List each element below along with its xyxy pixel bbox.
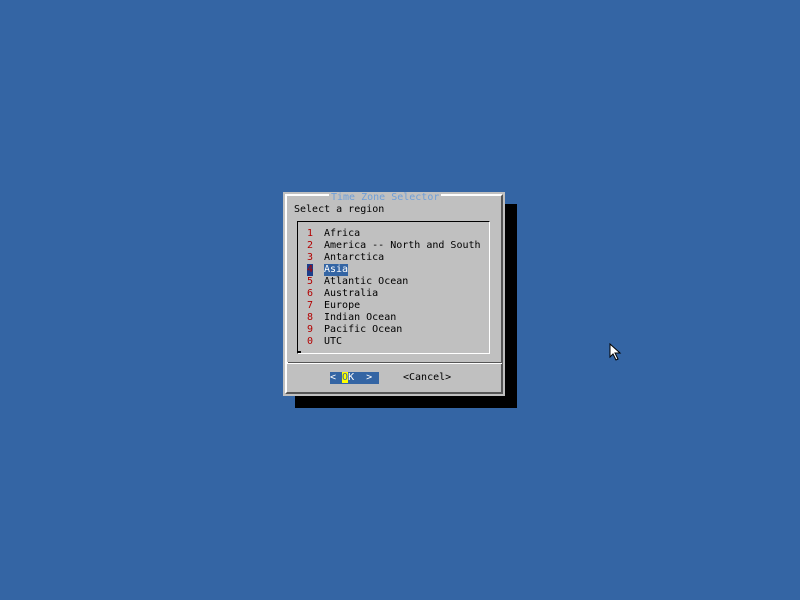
- listbox-corner-bottom: [298, 351, 301, 353]
- ok-rest: K >: [348, 372, 373, 383]
- separator-corner: [286, 362, 288, 364]
- region-item-key: 1: [307, 228, 314, 239]
- listbox-corner-top: [297, 221, 301, 222]
- mouse-pointer-icon: [609, 343, 622, 361]
- region-item-key: 8: [307, 312, 314, 323]
- region-item-label: Antarctica: [324, 252, 385, 263]
- button-separator: [286, 362, 502, 364]
- region-item-key: 6: [307, 288, 314, 299]
- region-item-europe[interactable]: 7 Europe: [307, 300, 481, 312]
- region-item-label: Pacific Ocean: [324, 324, 403, 335]
- dialog-prompt: Select a region: [294, 204, 385, 215]
- region-listbox[interactable]: 1 Africa 2 America -- North and South 3 Antar…: [297, 221, 490, 354]
- region-item-pacific-ocean[interactable]: 9 Pacific Ocean: [307, 324, 481, 336]
- region-item-atlantic-ocean[interactable]: 5 Atlantic Ocean: [307, 276, 481, 288]
- region-item-label: UTC: [324, 336, 343, 347]
- region-item-indian-ocean[interactable]: 8 Indian Ocean: [307, 312, 481, 324]
- ok-button[interactable]: < OK >: [330, 372, 379, 384]
- button-row: < OK > <Cancel>: [283, 372, 505, 384]
- region-item-key: 3: [307, 252, 314, 263]
- desktop-background: Time Zone Selector Select a region 1 Afri…: [0, 0, 800, 600]
- region-item-label: Indian Ocean: [324, 312, 397, 323]
- region-item-antarctica[interactable]: 3 Antarctica: [307, 252, 481, 264]
- region-item-key: 4: [307, 264, 314, 276]
- region-item-key: 5: [307, 276, 314, 287]
- dialog-title: Time Zone Selector: [329, 192, 442, 204]
- region-item-key: 0: [307, 336, 314, 347]
- region-item-africa[interactable]: 1 Africa: [307, 228, 481, 240]
- cancel-button[interactable]: <Cancel>: [403, 372, 451, 384]
- ok-left: <: [330, 372, 343, 383]
- region-item-key: 7: [307, 300, 314, 311]
- region-list: 1 Africa 2 America -- North and South 3 Antar…: [307, 228, 481, 348]
- region-item-label: Africa: [324, 228, 361, 239]
- region-item-label: Europe: [324, 300, 361, 311]
- region-item-key: 2: [307, 240, 314, 251]
- region-item-label: Asia: [324, 264, 349, 276]
- region-item-label: America -- North and South: [324, 240, 481, 251]
- timezone-dialog: Time Zone Selector Select a region 1 Afri…: [283, 192, 505, 396]
- region-item-asia[interactable]: 4 Asia: [307, 264, 481, 276]
- region-item-australia[interactable]: 6 Australia: [307, 288, 481, 300]
- region-item-america-north-and-south[interactable]: 2 America -- North and South: [307, 240, 481, 252]
- region-item-label: Australia: [324, 288, 379, 299]
- region-item-key: 9: [307, 324, 314, 335]
- region-item-utc[interactable]: 0 UTC: [307, 336, 481, 348]
- region-item-label: Atlantic Ocean: [324, 276, 409, 287]
